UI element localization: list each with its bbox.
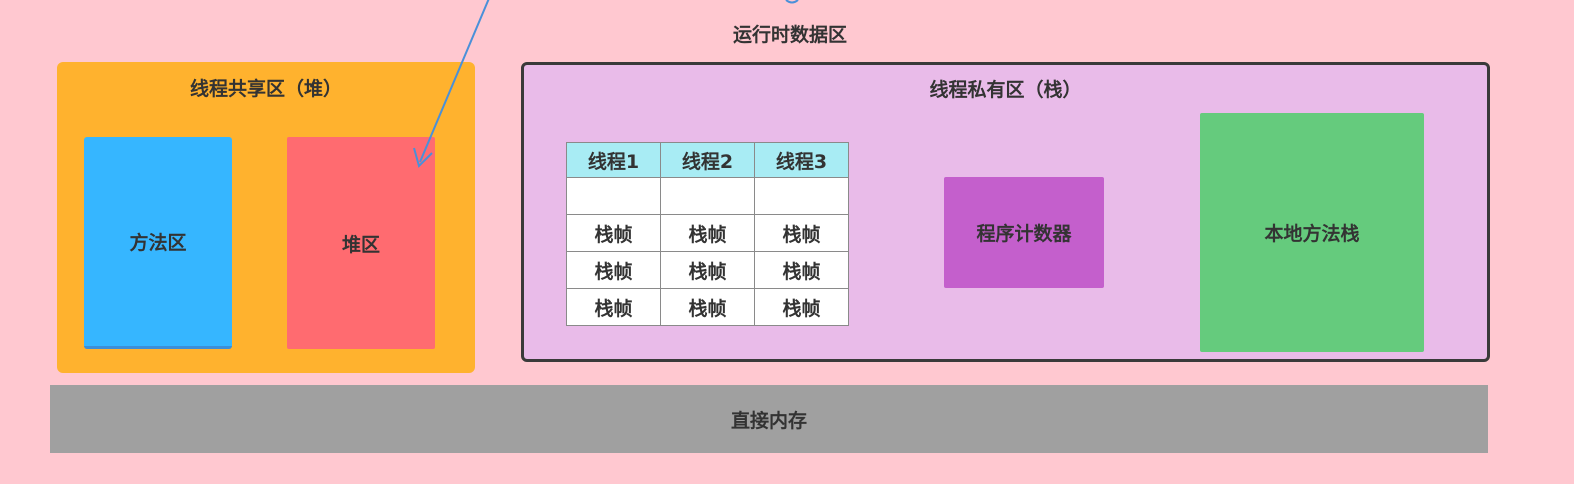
native-method-stack-box: 本地方法栈 <box>1200 113 1424 352</box>
method-area-box: 方法区 <box>84 137 232 349</box>
program-counter-box: 程序计数器 <box>944 177 1104 288</box>
heap-area-label: 堆区 <box>341 233 380 256</box>
table-row: 栈帧 栈帧 栈帧 <box>566 214 849 252</box>
arrow-fragment <box>785 0 799 4</box>
program-counter-label: 程序计数器 <box>976 223 1072 245</box>
table-cell: 栈帧 <box>566 288 661 326</box>
method-area-label: 方法区 <box>129 232 187 254</box>
thread-stack-table: 线程1 线程2 线程3 栈帧 栈帧 栈帧 栈帧 栈帧 栈帧 栈帧 栈帧 栈帧 <box>566 142 849 326</box>
diagram-title: 运行时数据区 <box>732 24 847 46</box>
table-row <box>566 177 849 215</box>
table-cell <box>566 177 661 215</box>
table-cell: 栈帧 <box>754 251 849 289</box>
table-cell: 栈帧 <box>660 288 755 326</box>
thread-shared-area: 线程共享区（堆） 方法区 堆区 <box>57 62 475 373</box>
table-cell: 栈帧 <box>566 214 661 252</box>
direct-memory-bar: 直接内存 <box>50 385 1488 453</box>
direct-memory-label: 直接内存 <box>730 409 807 432</box>
table-header-cell: 线程3 <box>754 142 849 178</box>
table-row: 栈帧 栈帧 栈帧 <box>566 251 849 289</box>
table-cell: 栈帧 <box>754 214 849 252</box>
table-cell: 栈帧 <box>660 251 755 289</box>
table-header-cell: 线程2 <box>660 142 755 178</box>
table-cell: 栈帧 <box>566 251 661 289</box>
table-cell <box>754 177 849 215</box>
table-cell: 栈帧 <box>754 288 849 326</box>
table-header-row: 线程1 线程2 线程3 <box>566 142 849 178</box>
table-header-cell: 线程1 <box>566 142 661 178</box>
thread-shared-area-title: 线程共享区（堆） <box>189 78 342 100</box>
heap-area-box: 堆区 <box>287 137 435 349</box>
thread-private-area: 线程私有区（栈） 线程1 线程2 线程3 栈帧 栈帧 栈帧 栈帧 栈帧 栈帧 栈… <box>521 62 1490 362</box>
table-cell: 栈帧 <box>660 214 755 252</box>
table-row: 栈帧 栈帧 栈帧 <box>566 288 849 326</box>
native-method-stack-label: 本地方法栈 <box>1264 223 1360 245</box>
table-cell <box>660 177 755 215</box>
thread-private-area-title: 线程私有区（栈） <box>929 79 1082 101</box>
